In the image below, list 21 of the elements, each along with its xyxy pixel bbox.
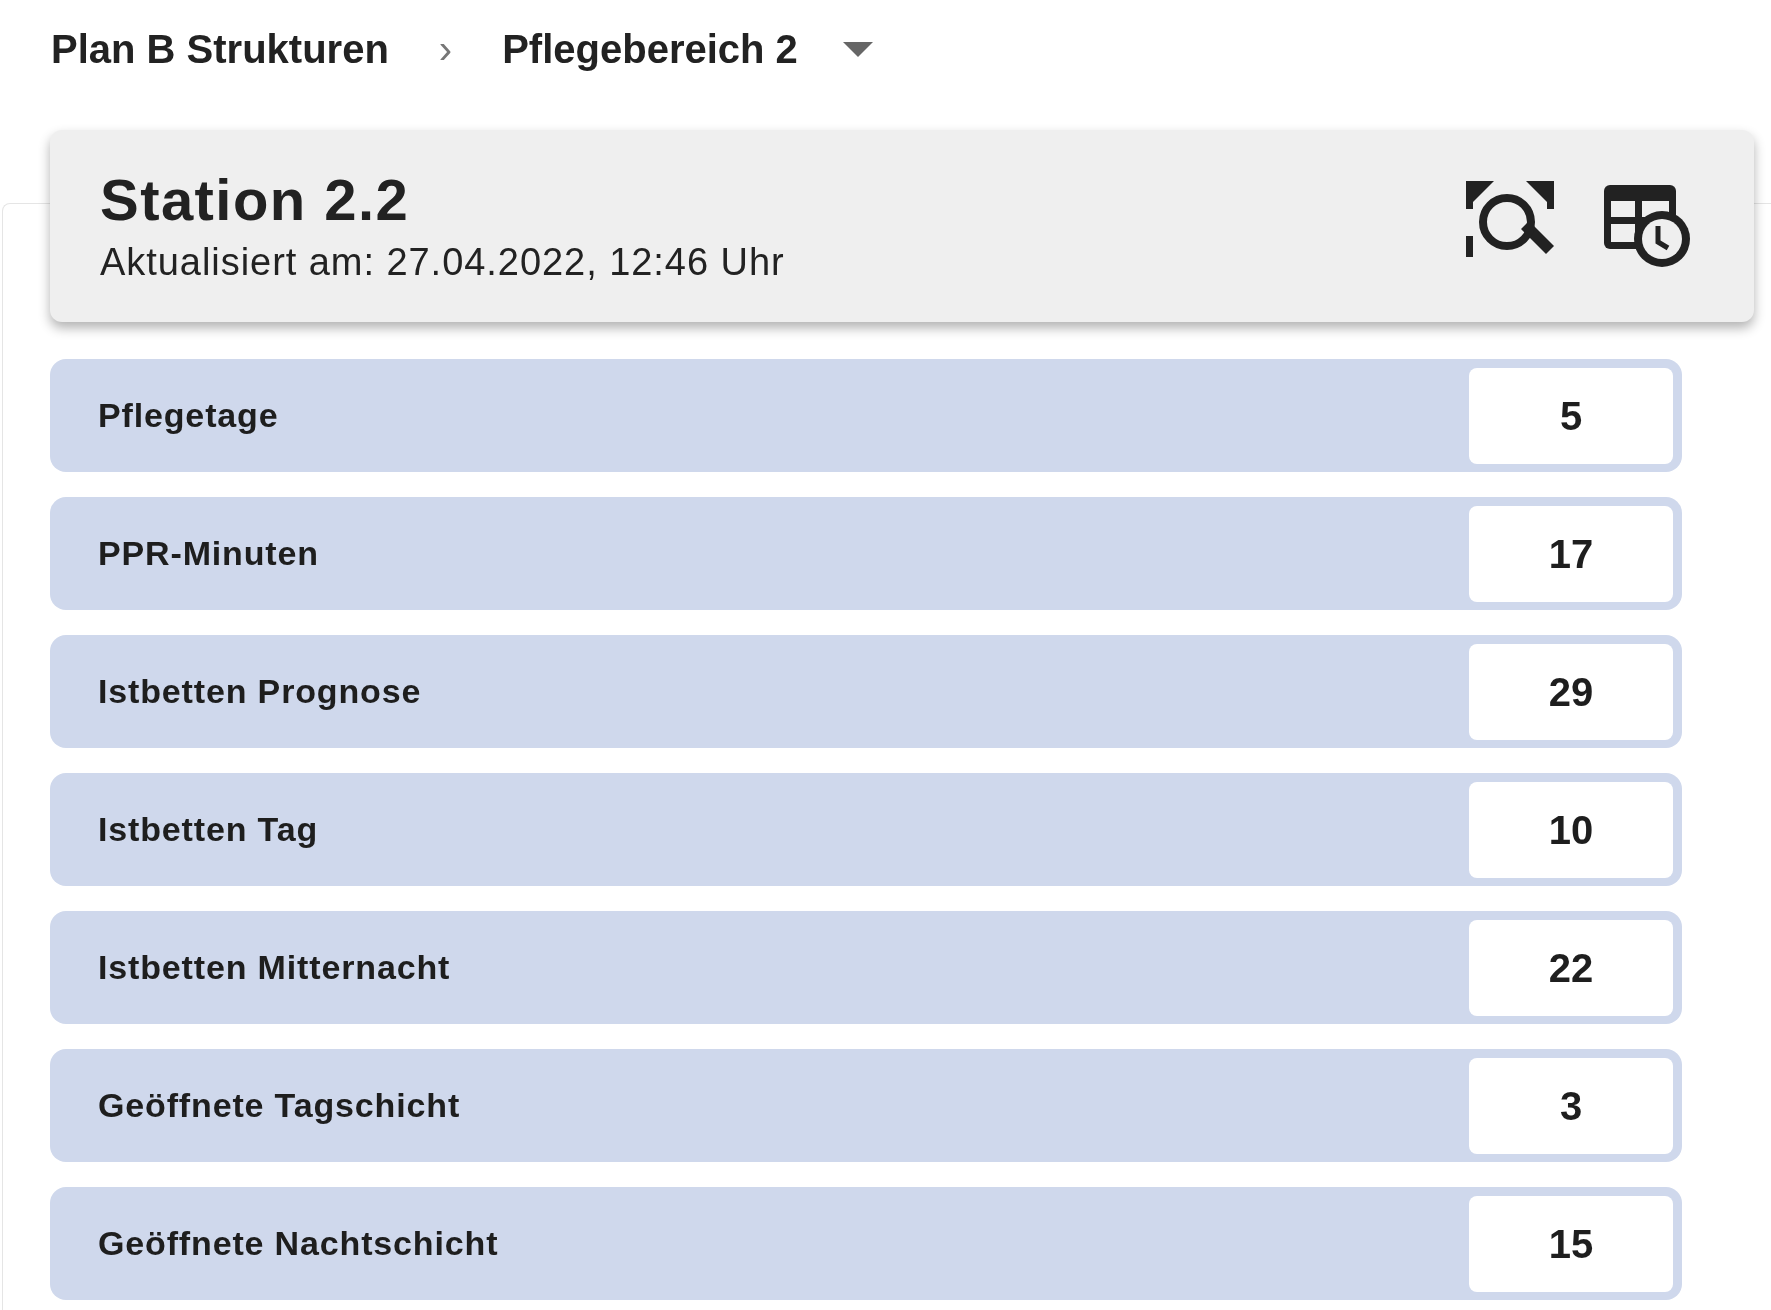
metric-value: 5 [1469,367,1673,464]
metric-label: PPR-Minuten [98,533,319,574]
metric-value: 29 [1469,643,1673,740]
metric-value: 17 [1469,505,1673,602]
metric-value: 15 [1469,1195,1673,1292]
metric-label: Istbetten Mitternacht [98,947,451,988]
metric-value: 22 [1469,919,1673,1016]
breadcrumb-item[interactable]: Plan B Strukturen [51,29,389,69]
updated-timestamp: Aktualisiert am: 27.04.2022, 12:46 Uhr [100,243,785,281]
metric-value: 10 [1469,781,1673,878]
metric-value: 3 [1469,1057,1673,1154]
chevron-separator: › [438,29,453,69]
metric-label: Istbetten Tag [98,809,319,850]
breadcrumb-item[interactable]: Pflegebereich 2 [502,29,798,69]
dropdown-caret-icon[interactable] [842,41,873,57]
metric-label: Pflegetage [98,395,279,436]
metric-label: Geöffnete Tagschicht [98,1085,461,1126]
metric-label: Geöffnete Nachtschicht [98,1223,499,1264]
table-clock-icon[interactable] [1604,185,1690,267]
metric-label: Istbetten Prognose [98,671,422,712]
station-title: Station 2.2 [100,171,411,229]
